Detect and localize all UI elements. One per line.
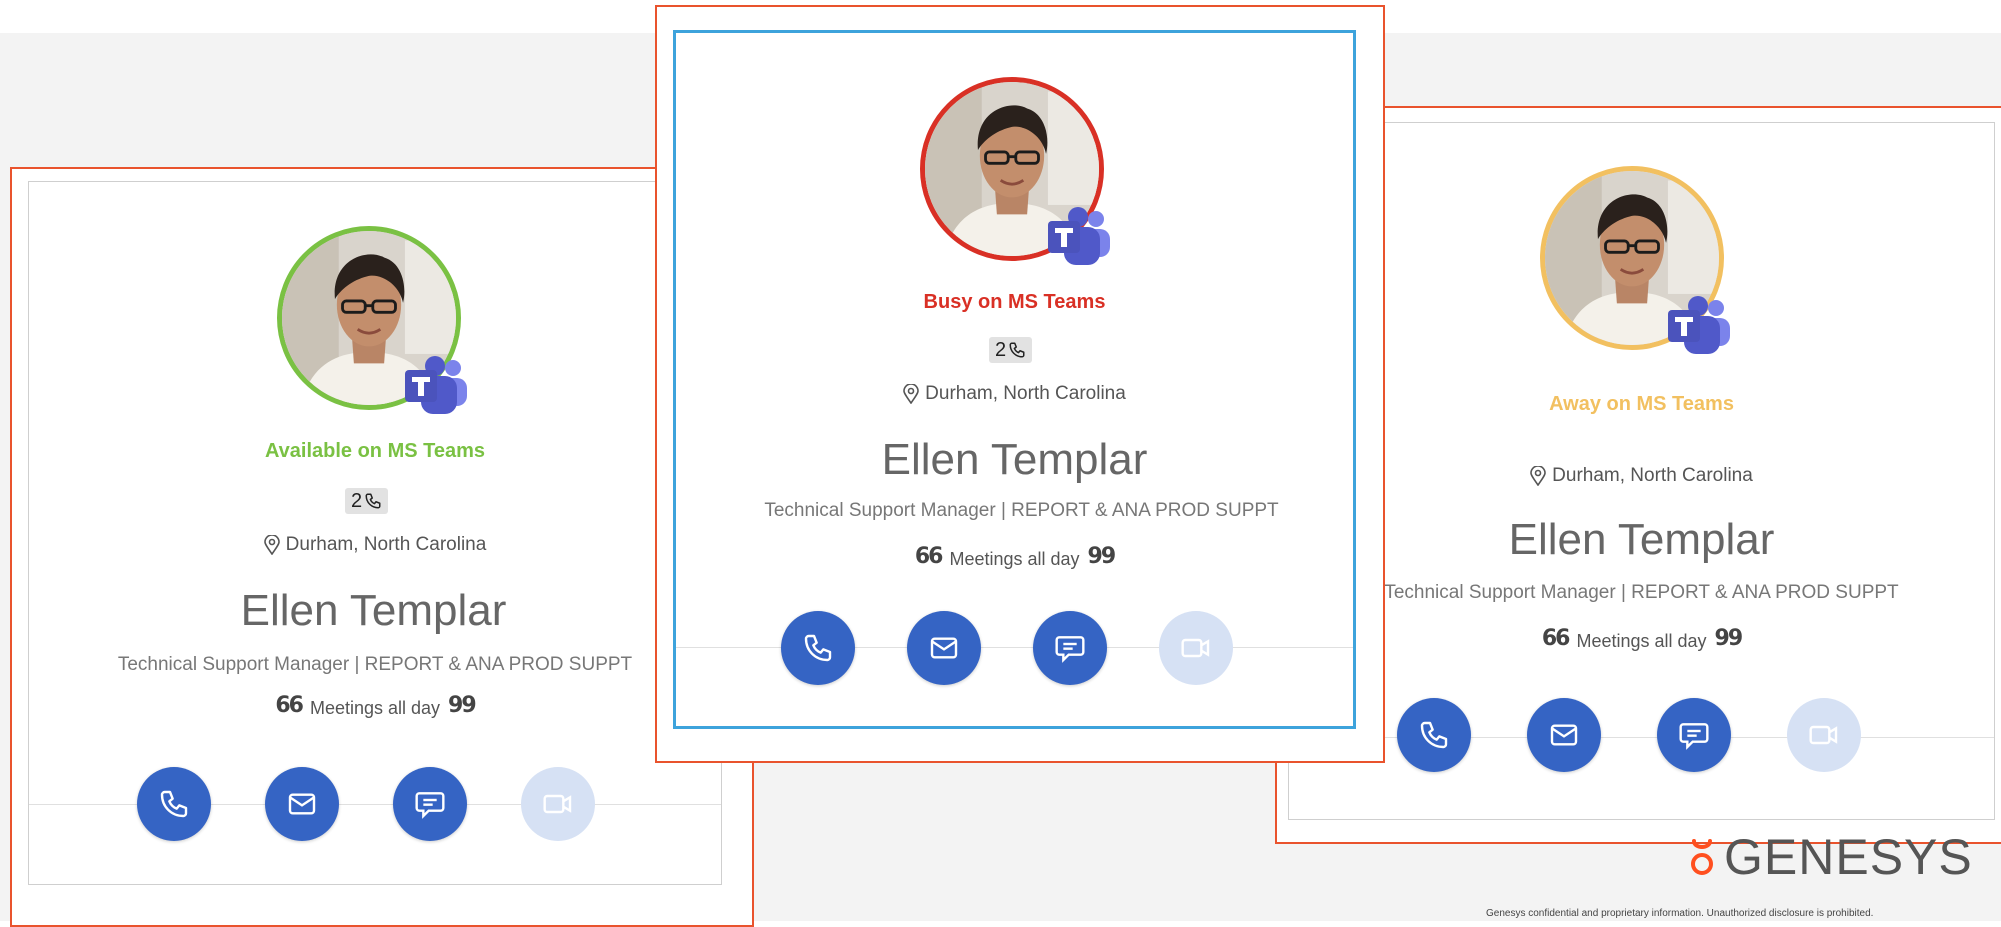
email-button[interactable]	[265, 767, 339, 841]
action-bar	[137, 767, 595, 841]
chat-button[interactable]	[1657, 698, 1731, 772]
phone-icon	[1420, 721, 1448, 749]
status-message-text: Meetings all day	[309, 698, 441, 718]
location-text: Durham, North Carolina	[285, 534, 487, 555]
calls-count: 2	[995, 339, 1007, 361]
location: Durham, North Carolina	[1289, 465, 1994, 487]
ms-teams-icon	[1046, 207, 1112, 267]
genesys-logo-text: GENESYS	[1724, 829, 1973, 885]
genesys-logo: GENESYS	[1688, 828, 1973, 886]
email-button[interactable]	[907, 611, 981, 685]
phone-icon	[804, 634, 832, 662]
video-button[interactable]	[521, 767, 595, 841]
presence-status: Away on MS Teams	[1549, 393, 1734, 415]
ms-teams-icon	[1666, 296, 1732, 356]
calls-badge: 2	[989, 337, 1033, 363]
contact-name: Ellen Templar	[240, 586, 507, 635]
action-bar	[1397, 698, 1861, 772]
contact-card-available: Available on MS Teams 2 Durham, North Ca…	[28, 181, 722, 885]
location-pin-icon	[263, 535, 280, 555]
job-title: Technical Support Manager | REPORT & ANA…	[117, 654, 633, 675]
chat-button[interactable]	[393, 767, 467, 841]
status-message-text: Meetings all day	[949, 549, 1080, 569]
phone-icon	[160, 790, 188, 818]
location-text: Durham, North Carolina	[925, 383, 1126, 404]
chat-button[interactable]	[1033, 611, 1107, 685]
chat-icon	[1055, 636, 1085, 663]
card-available-frame: Available on MS Teams 2 Durham, North Ca…	[10, 167, 754, 927]
location-pin-icon	[903, 384, 919, 404]
open-quote-icon: 66	[275, 693, 304, 718]
calls-badge: 2	[345, 488, 389, 514]
calls-count: 2	[351, 490, 363, 512]
call-button[interactable]	[1397, 698, 1471, 772]
mail-icon	[930, 637, 958, 659]
email-button[interactable]	[1527, 698, 1601, 772]
status-message: 66 Meetings all day 99	[1289, 626, 1994, 652]
call-button[interactable]	[781, 611, 855, 685]
mail-icon	[288, 793, 316, 815]
mail-icon	[1550, 724, 1578, 746]
chat-icon	[415, 792, 445, 819]
chat-icon	[1679, 723, 1709, 750]
confidentiality-footer: Genesys confidential and proprietary inf…	[1486, 908, 1874, 919]
presence-status: Busy on MS Teams	[923, 291, 1106, 313]
ms-teams-icon	[403, 356, 469, 416]
phone-icon	[1009, 342, 1025, 358]
job-title: Technical Support Manager | REPORT & ANA…	[764, 500, 1279, 521]
avatar[interactable]	[920, 77, 1104, 261]
open-quote-icon: 66	[914, 544, 944, 569]
avatar[interactable]	[277, 226, 461, 410]
video-icon	[543, 794, 572, 814]
avatar[interactable]	[1540, 166, 1724, 350]
phone-icon	[365, 493, 381, 509]
location-text: Durham, North Carolina	[1552, 465, 1753, 486]
close-quote-icon: 99	[448, 693, 477, 718]
close-quote-icon: 99	[1087, 544, 1117, 569]
status-message: 66 Meetings all day 99	[676, 544, 1353, 570]
genesys-logo-icon	[1691, 839, 1713, 875]
location: Durham, North Carolina	[676, 383, 1353, 405]
video-icon	[1809, 725, 1838, 745]
open-quote-icon: 66	[1541, 626, 1571, 651]
contact-name: Ellen Templar	[1508, 515, 1775, 564]
contact-card-away: Away on MS Teams Durham, North Carolina …	[1288, 122, 1995, 820]
location: Durham, North Carolina	[29, 534, 721, 556]
call-button[interactable]	[137, 767, 211, 841]
location-pin-icon	[1530, 466, 1546, 486]
close-quote-icon: 99	[1714, 626, 1744, 651]
status-message-text: Meetings all day	[1576, 631, 1707, 651]
video-button[interactable]	[1787, 698, 1861, 772]
presence-status: Available on MS Teams	[264, 440, 486, 462]
job-title: Technical Support Manager | REPORT & ANA…	[1384, 582, 1899, 603]
card-busy-frame: Busy on MS Teams 2 Durham, North Carolin…	[655, 5, 1385, 763]
contact-name: Ellen Templar	[881, 435, 1148, 484]
video-icon	[1181, 638, 1210, 658]
contact-card-busy[interactable]: Busy on MS Teams 2 Durham, North Carolin…	[673, 30, 1356, 729]
action-bar	[781, 611, 1233, 685]
status-message: 66 Meetings all day 99	[29, 693, 721, 719]
video-button[interactable]	[1159, 611, 1233, 685]
